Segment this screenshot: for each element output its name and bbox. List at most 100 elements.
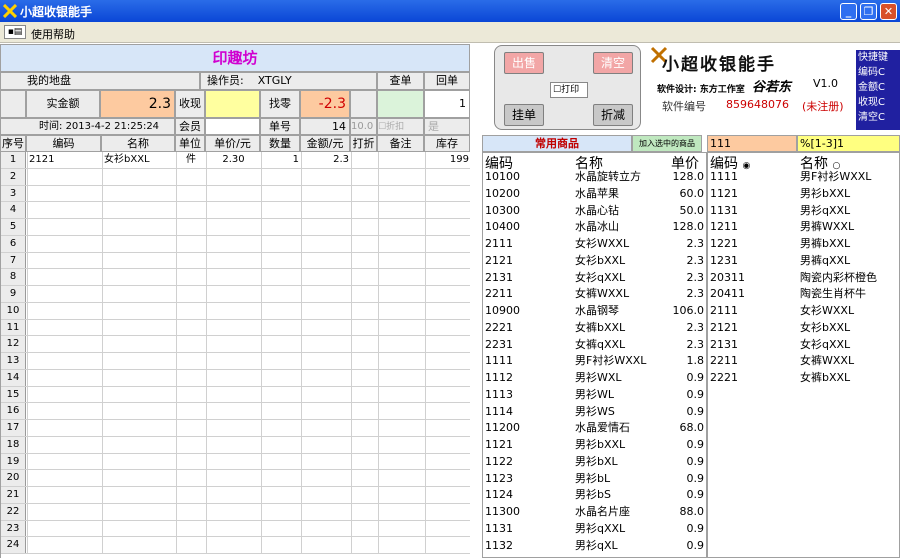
table-row[interactable]: 14	[1, 369, 470, 387]
print-checkbox[interactable]: ☐打印	[550, 82, 588, 98]
list-item[interactable]: 2111 女衫WXXL 2.3	[483, 236, 706, 253]
list-item[interactable]: 1231 男裤qXXL	[708, 253, 899, 270]
item-code: 1111	[710, 170, 738, 183]
table-row[interactable]: 1 2121 女衫bXXL 件 2.30 1 2.3 199	[1, 152, 470, 169]
list-item[interactable]: 11200 水晶爱情石 68.0	[483, 420, 706, 437]
table-row[interactable]: 15	[1, 386, 470, 404]
sell-button[interactable]: 出售	[504, 52, 544, 74]
list-item[interactable]: 11300 水晶名片座 88.0	[483, 504, 706, 521]
item-name: 女裤WXXL	[800, 354, 855, 368]
list-item[interactable]: 2211 女裤WXXL 2.3	[483, 286, 706, 303]
list-item[interactable]: 2121 女衫bXXL 2.3	[483, 253, 706, 270]
table-row[interactable]: 3	[1, 185, 470, 203]
list-item[interactable]: 1111 男F衬衫WXXL	[708, 169, 899, 186]
table-row[interactable]: 12	[1, 336, 470, 353]
list-item[interactable]: 1221 男裤bXXL	[708, 236, 899, 253]
list-item[interactable]: 10100 水晶旋转立方 128.0	[483, 169, 706, 186]
table-row[interactable]: 11	[1, 319, 470, 337]
list-item[interactable]: 10400 水晶冰山 128.0	[483, 219, 706, 236]
list-item[interactable]: 1114 男衫WS 0.9	[483, 404, 706, 421]
query-button[interactable]: 查单	[377, 72, 424, 90]
restore-button[interactable]: ❐	[860, 3, 877, 20]
add-selected-button[interactable]: 加入选中的商品	[632, 135, 702, 152]
list-item[interactable]: 1113 男衫WL 0.9	[483, 387, 706, 404]
hold-button[interactable]: 挂单	[504, 104, 544, 126]
list-item[interactable]: 1121 男衫bXXL 0.9	[483, 437, 706, 454]
item-code: 1131	[710, 203, 738, 217]
change-value: -2.3	[300, 90, 350, 118]
item-code: 10900	[485, 304, 520, 317]
list-item[interactable]: 1131 男衫qXXL	[708, 203, 899, 220]
search-result-list[interactable]: 编码 ◉ 名称 ○ 1111 男F衬衫WXXL 1121 男衫bXXL 1131 男衫qX…	[707, 152, 900, 558]
list-item[interactable]: 20411 陶瓷生肖杯牛	[708, 286, 899, 303]
grid-header: 序号 编码 名称 单位 单价/元 数量 金额/元 打折 备注 库存	[0, 135, 470, 152]
list-item[interactable]: 1112 男衫WXL 0.9	[483, 370, 706, 387]
list-item[interactable]: 1122 男衫bXL 0.9	[483, 454, 706, 471]
table-row[interactable]: 8	[1, 269, 470, 286]
list-item[interactable]: 2221 女裤bXXL	[708, 370, 899, 387]
list-item[interactable]: 2131 女衫qXXL	[708, 337, 899, 354]
close-button[interactable]: ✕	[880, 3, 897, 20]
table-row[interactable]: 9	[1, 286, 470, 303]
table-row[interactable]: 4	[1, 202, 470, 219]
list-item[interactable]: 10900 水晶钢琴 106.0	[483, 303, 706, 320]
item-price: 128.0	[672, 220, 705, 234]
count-input[interactable]: 1	[424, 90, 470, 118]
cell-price[interactable]: 2.30	[208, 152, 259, 168]
minimize-button[interactable]: _	[840, 3, 857, 20]
list-item[interactable]: 1124 男衫bS 0.9	[483, 487, 706, 504]
list-item[interactable]: 2231 女裤qXXL 2.3	[483, 337, 706, 354]
list-item[interactable]: 1132 男衫qXL 0.9	[483, 538, 706, 555]
splitter[interactable]	[470, 44, 476, 558]
table-row[interactable]: 10	[1, 302, 470, 320]
sales-grid[interactable]: 1 2121 女衫bXXL 件 2.30 1 2.3 199 2 3 4 5 6 7 8 9 10 11 12 13 1…	[0, 152, 470, 558]
search-pattern-input[interactable]: %[1-3]1	[797, 135, 900, 152]
list-item[interactable]: 1211 男裤WXXL	[708, 219, 899, 236]
table-row[interactable]: 24	[1, 537, 470, 554]
table-row[interactable]: 7	[1, 252, 470, 270]
list-item[interactable]: 2121 女衫bXXL	[708, 320, 899, 337]
received-input[interactable]	[205, 90, 260, 118]
shortcut-item: 金额C	[858, 82, 885, 93]
table-row[interactable]: 6	[1, 235, 470, 253]
discount-button[interactable]: 折减	[593, 104, 633, 126]
cell-name[interactable]: 女衫bXXL	[104, 152, 174, 168]
return-button[interactable]: 回单	[424, 72, 470, 90]
list-item[interactable]: 1123 男衫bL 0.9	[483, 471, 706, 488]
menu-help[interactable]: 使用帮助	[31, 26, 75, 42]
cell-code[interactable]: 2121	[29, 152, 100, 168]
list-item[interactable]: 10200 水晶苹果 60.0	[483, 186, 706, 203]
list-item[interactable]: 1131 男衫qXXL 0.9	[483, 521, 706, 538]
table-row[interactable]: 18	[1, 436, 470, 454]
list-item[interactable]: 2211 女裤WXXL	[708, 353, 899, 370]
list-item[interactable]: 10300 水晶心钻 50.0	[483, 203, 706, 220]
cell-amount[interactable]: 2.3	[303, 152, 349, 168]
clear-button[interactable]: 清空	[593, 52, 633, 74]
list-item[interactable]: 2111 女衫WXXL	[708, 303, 899, 320]
table-row[interactable]: 17	[1, 420, 470, 437]
query-input[interactable]	[377, 90, 424, 118]
list-item[interactable]: 2131 女衫qXXL 2.3	[483, 270, 706, 287]
table-row[interactable]: 23	[1, 520, 470, 538]
common-goods-list[interactable]: 编码 名称 单价 10100 水晶旋转立方 128.0 10200 水晶苹果 60.0 10…	[482, 152, 707, 558]
discount-checkbox[interactable]: ☐折扣	[377, 118, 424, 135]
member-input[interactable]	[205, 118, 260, 135]
list-item[interactable]: 1111 男F衬衫WXXL 1.8	[483, 353, 706, 370]
table-row[interactable]: 2	[1, 168, 470, 186]
table-row[interactable]: 19	[1, 453, 470, 471]
cell-stock[interactable]: 199	[427, 152, 469, 168]
item-code: 1113	[485, 387, 513, 401]
list-item[interactable]: 1121 男衫bXXL	[708, 186, 899, 203]
table-row[interactable]: 22	[1, 503, 470, 521]
list-item[interactable]: 2221 女裤bXXL 2.3	[483, 320, 706, 337]
table-row[interactable]: 16	[1, 403, 470, 420]
table-row[interactable]: 13	[1, 353, 470, 370]
cell-qty[interactable]: 1	[263, 152, 299, 168]
design-credit: 软件设计: 东方工作室	[657, 85, 745, 95]
search-code-input[interactable]: 111	[707, 135, 797, 152]
table-row[interactable]: 20	[1, 470, 470, 487]
table-row[interactable]: 21	[1, 487, 470, 504]
cell-unit[interactable]: 件	[178, 152, 204, 168]
table-row[interactable]: 5	[1, 219, 470, 236]
list-item[interactable]: 20311 陶瓷内彩杯橙色	[708, 270, 899, 287]
